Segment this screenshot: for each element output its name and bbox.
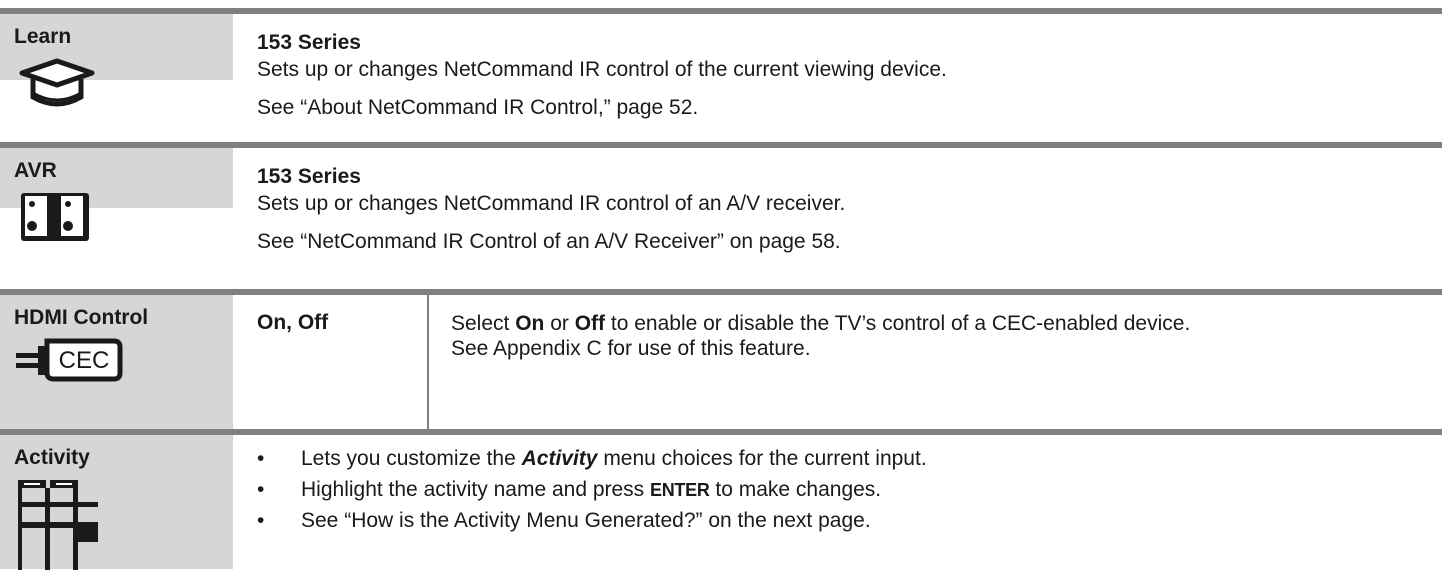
- bullet-text: to make changes.: [709, 478, 882, 501]
- graduation-cap-icon: [18, 57, 96, 114]
- bullet-text: Highlight the activity name and press: [301, 478, 651, 501]
- description-text: or: [544, 312, 575, 335]
- reference-note: See “About NetCommand IR Control,” page …: [257, 96, 699, 119]
- label-cell: HDMI Control CEC: [0, 295, 233, 429]
- column-divider: [427, 295, 429, 429]
- option-on: On: [515, 312, 545, 335]
- settings-table: Learn 153 Series Sets up or changes NetC…: [0, 0, 1442, 570]
- avr-content: 153 Series Sets up or changes NetCommand…: [257, 164, 845, 257]
- description-text: to enable or disable the TV’s control of…: [605, 312, 1191, 335]
- list-item: Lets you customize the Activity menu cho…: [257, 443, 927, 474]
- label-cell: AVR: [0, 148, 233, 241]
- option-off: Off: [574, 312, 606, 335]
- speakers-icon: [18, 190, 92, 249]
- series-label: 153 Series: [257, 31, 361, 54]
- row-label: Activity: [14, 446, 90, 469]
- cec-label: CEC: [59, 347, 110, 374]
- description: Sets up or changes NetCommand IR control…: [257, 58, 947, 81]
- label-cell: Learn: [0, 14, 233, 107]
- list-item: See “How is the Activity Menu Generated?…: [257, 505, 927, 536]
- bullet-text: menu choices for the current input.: [597, 447, 927, 470]
- activity-bullet-list: Lets you customize the Activity menu cho…: [257, 443, 927, 536]
- learn-row: Learn 153 Series Sets up or changes NetC…: [0, 8, 1442, 119]
- hdmi-description: Select On or Off to enable or disable th…: [451, 311, 1416, 361]
- reference-note: See “NetCommand IR Control of an A/V Rec…: [257, 230, 841, 253]
- list-item: Highlight the activity name and press EN…: [257, 474, 927, 505]
- bullet-text: Lets you customize the: [301, 447, 522, 470]
- activity-row: Activity Lets you customize the Activity…: [0, 429, 1442, 570]
- grid-table-icon: [18, 480, 98, 575]
- enter-key-label: ENTER: [650, 480, 710, 500]
- description-line1: Select On or Off to enable or disable th…: [451, 311, 1416, 336]
- series-label: 153 Series: [257, 165, 361, 188]
- description-text: Select: [451, 312, 516, 335]
- row-label: AVR: [14, 159, 57, 182]
- row-label: HDMI Control: [14, 306, 149, 329]
- label-cell: Activity: [0, 435, 233, 570]
- activity-menu-name: Activity: [521, 447, 598, 470]
- avr-row: AVR 153 Series Sets up or changes NetCom…: [0, 142, 1442, 253]
- options-value: On, Off: [257, 311, 329, 334]
- learn-content: 153 Series Sets up or changes NetCommand…: [257, 30, 947, 123]
- description: Sets up or changes NetCommand IR control…: [257, 192, 846, 215]
- row-label: Learn: [14, 25, 72, 48]
- description-line2: See Appendix C for use of this feature.: [451, 337, 811, 360]
- cec-plug-icon: CEC: [14, 335, 124, 390]
- hdmi-control-row: HDMI Control CEC On, Off Select On or Of…: [0, 289, 1442, 429]
